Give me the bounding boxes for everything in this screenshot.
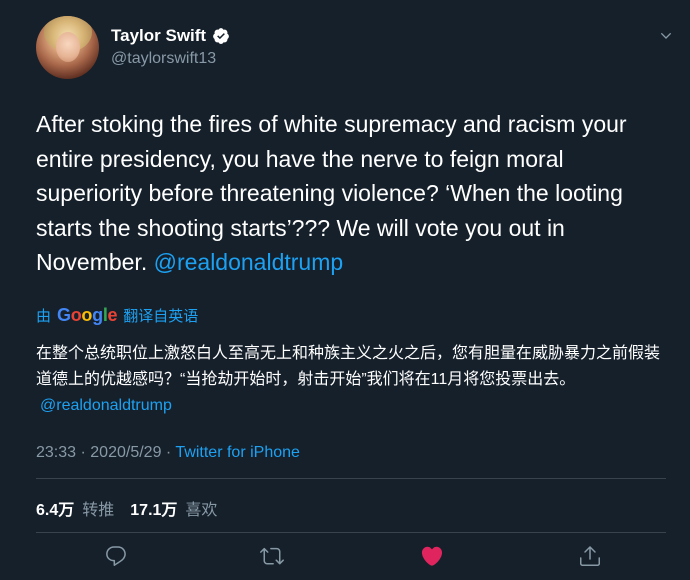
- like-label[interactable]: 喜欢: [185, 496, 217, 520]
- translated-text: 在整个总统职位上激怒白人至高无上和种族主义之火之后，您有胆量在威胁暴力之前假装道…: [36, 345, 661, 388]
- translation-attribution[interactable]: 由 Google 翻译自英语: [36, 305, 198, 326]
- tweet-mention-link[interactable]: @realdonaldtrump: [154, 249, 344, 275]
- heart-icon[interactable]: [420, 544, 444, 568]
- tweet-source-link[interactable]: Twitter for iPhone: [175, 444, 300, 461]
- translated-mention-link[interactable]: @realdonaldtrump: [40, 397, 172, 414]
- display-name[interactable]: Taylor Swift: [111, 26, 206, 46]
- divider: [36, 532, 666, 533]
- retweet-count[interactable]: 6.4万: [36, 496, 74, 520]
- meta-separator: ·: [165, 444, 172, 461]
- translate-prefix: 由: [36, 308, 52, 325]
- share-icon[interactable]: [578, 544, 602, 568]
- tweet-header: Taylor Swift @taylorswift13: [36, 16, 676, 79]
- tweet-body: After stoking the fires of white suprema…: [36, 107, 666, 280]
- avatar-face: [56, 32, 80, 62]
- chevron-down-icon[interactable]: [658, 28, 674, 44]
- translated-text-block: 在整个总统职位上激怒白人至高无上和种族主义之火之后，您有胆量在威胁暴力之前假装道…: [36, 341, 666, 419]
- tweet-time[interactable]: 23:33: [36, 444, 76, 461]
- tweet-stats: 6.4万 转推 17.1万 喜欢: [36, 496, 225, 520]
- retweet-label[interactable]: 转推: [82, 496, 114, 520]
- meta-separator: ·: [80, 444, 86, 461]
- user-handle[interactable]: @taylorswift13: [111, 50, 216, 68]
- like-count[interactable]: 17.1万: [130, 496, 177, 520]
- retweet-icon[interactable]: [260, 544, 284, 568]
- divider: [36, 478, 666, 479]
- name-row: Taylor Swift: [111, 26, 230, 46]
- translate-suffix: 翻译自英语: [123, 308, 199, 325]
- google-logo: Google: [57, 305, 118, 325]
- verified-badge-icon: [213, 28, 229, 44]
- tweet-meta: 23:33 · 2020/5/29 · Twitter for iPhone: [36, 444, 300, 462]
- tweet-actions: [36, 540, 666, 574]
- tweet-date[interactable]: 2020/5/29: [90, 444, 161, 461]
- reply-icon[interactable]: [104, 544, 128, 568]
- avatar[interactable]: [36, 16, 99, 79]
